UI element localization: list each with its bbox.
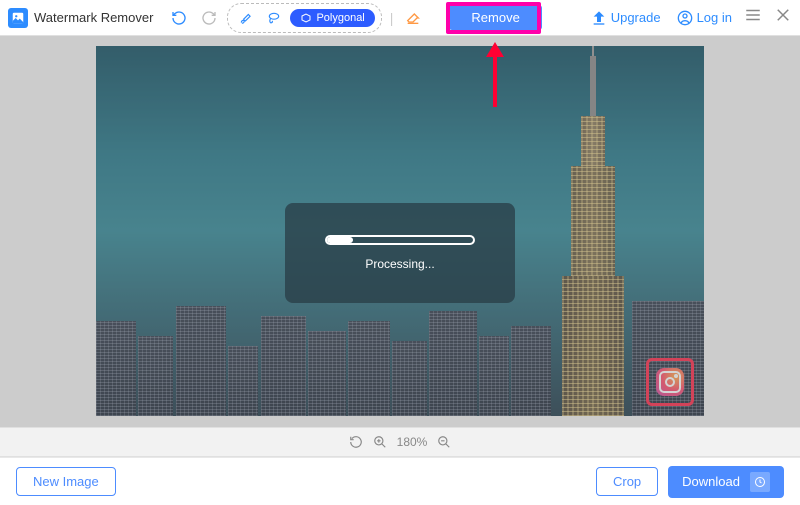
login-link[interactable]: Log in — [677, 10, 732, 26]
download-button[interactable]: Download — [668, 466, 784, 498]
new-image-button[interactable]: New Image — [16, 467, 116, 496]
redo-button[interactable] — [197, 6, 221, 30]
zoom-level: 180% — [397, 435, 428, 449]
app-logo-icon — [8, 8, 28, 28]
progress-bar — [325, 235, 475, 245]
zoom-in-icon[interactable] — [373, 435, 387, 449]
upgrade-label: Upgrade — [611, 10, 661, 25]
rotate-icon[interactable] — [349, 435, 363, 449]
zoom-out-icon[interactable] — [437, 435, 451, 449]
zoom-bar: 180% — [0, 427, 800, 457]
top-toolbar: Watermark Remover Polygonal | Remove Upg… — [0, 0, 800, 36]
polygonal-label: Polygonal — [316, 12, 364, 24]
menu-icon[interactable] — [744, 6, 762, 29]
progress-fill — [327, 237, 353, 243]
separator: | — [390, 10, 394, 26]
processing-modal: Processing... — [285, 203, 515, 303]
processing-text: Processing... — [365, 257, 434, 271]
polygonal-tool-button[interactable]: Polygonal — [290, 9, 374, 27]
brush-tool-icon[interactable] — [234, 6, 258, 30]
download-label: Download — [682, 474, 740, 489]
instagram-icon — [656, 368, 684, 396]
watermark-selection[interactable] — [646, 358, 694, 406]
crop-button[interactable]: Crop — [596, 467, 658, 496]
clock-icon — [750, 472, 770, 492]
undo-button[interactable] — [167, 6, 191, 30]
login-label: Log in — [697, 10, 732, 25]
lasso-tool-icon[interactable] — [262, 6, 286, 30]
upgrade-link[interactable]: Upgrade — [591, 10, 661, 26]
bottom-bar: New Image Crop Download — [0, 457, 800, 505]
close-icon[interactable] — [774, 6, 792, 29]
eraser-tool-icon[interactable] — [401, 6, 425, 30]
app-title: Watermark Remover — [34, 10, 153, 25]
remove-button[interactable]: Remove — [449, 5, 541, 30]
selection-tools-group: Polygonal — [227, 3, 381, 33]
